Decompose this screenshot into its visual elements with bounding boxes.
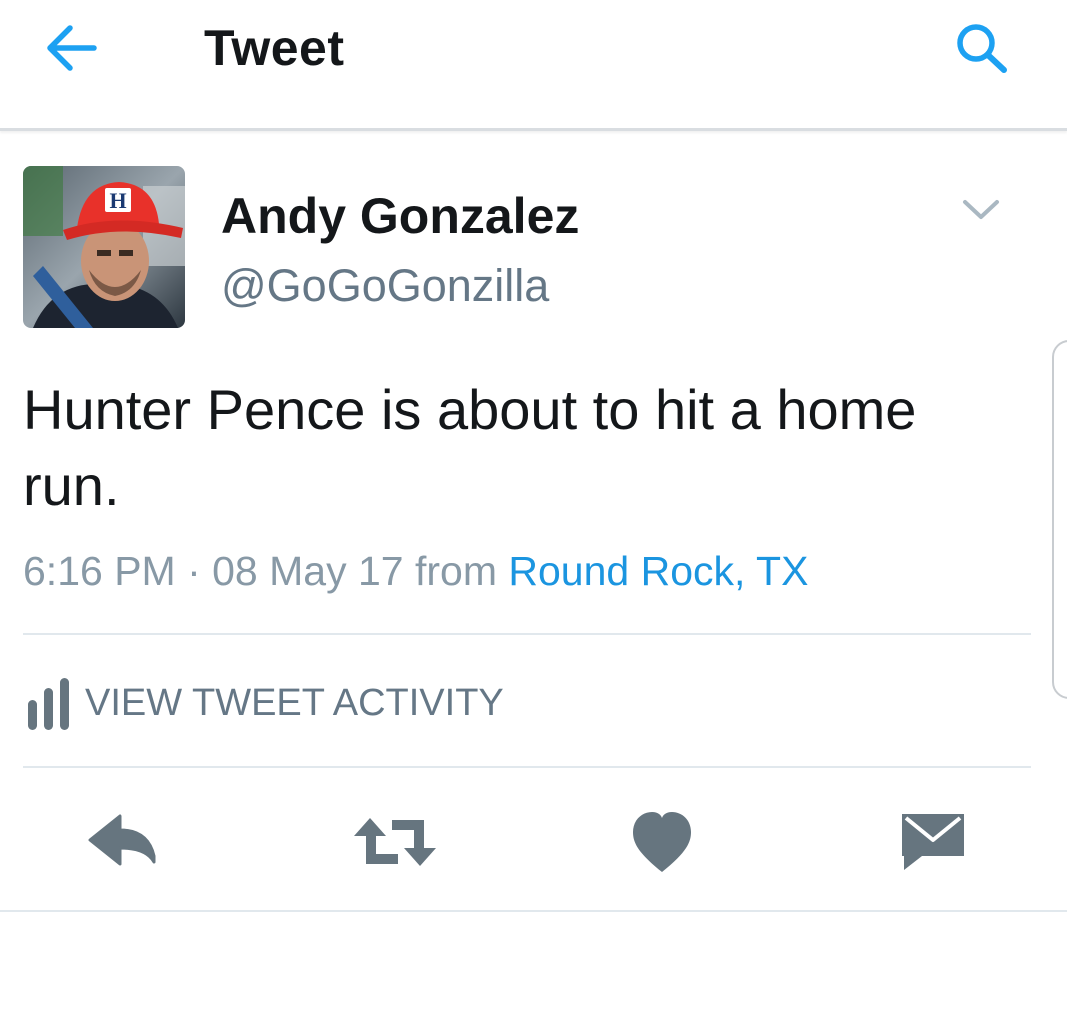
tweet-options-button[interactable] — [956, 190, 1006, 230]
search-button[interactable] — [950, 18, 1014, 78]
tweet-text: Hunter Pence is about to hit a home run. — [23, 378, 917, 517]
tweet-location-link[interactable]: Round Rock, TX — [508, 548, 808, 594]
avatar-image: H — [23, 166, 185, 328]
heart-icon — [633, 812, 691, 872]
avatar[interactable]: H — [23, 166, 185, 328]
back-button[interactable] — [40, 20, 104, 76]
envelope-icon — [902, 814, 964, 870]
tweet-from-label: from — [414, 548, 497, 594]
retweet-button[interactable] — [350, 806, 440, 878]
top-app-bar: Tweet — [0, 0, 1067, 131]
view-tweet-activity-button[interactable]: VIEW TWEET ACTIVITY — [23, 670, 523, 734]
chevron-down-icon — [963, 200, 999, 219]
svg-text:H: H — [109, 188, 126, 213]
bar-chart-icon — [28, 678, 69, 730]
author-name[interactable]: Andy Gonzalez — [221, 186, 579, 246]
divider — [23, 766, 1031, 768]
retweet-icon — [354, 818, 436, 866]
reply-icon — [88, 814, 156, 866]
tweet-timestamp: 6:16 PM · 08 May 17 — [23, 548, 404, 594]
divider — [0, 910, 1067, 912]
like-button[interactable] — [617, 806, 707, 878]
view-tweet-activity-label: VIEW TWEET ACTIVITY — [85, 682, 504, 724]
edge-panel-handle[interactable] — [1052, 340, 1067, 699]
direct-message-button[interactable] — [888, 806, 978, 878]
reply-button[interactable] — [84, 806, 174, 878]
arrow-left-icon — [47, 25, 97, 71]
divider — [23, 633, 1031, 635]
search-icon — [957, 24, 1007, 73]
page-title: Tweet — [204, 20, 345, 76]
tweet-meta: 6:16 PM · 08 May 17 from Round Rock, TX — [23, 543, 808, 599]
author-handle[interactable]: @GoGoGonzilla — [221, 258, 549, 314]
